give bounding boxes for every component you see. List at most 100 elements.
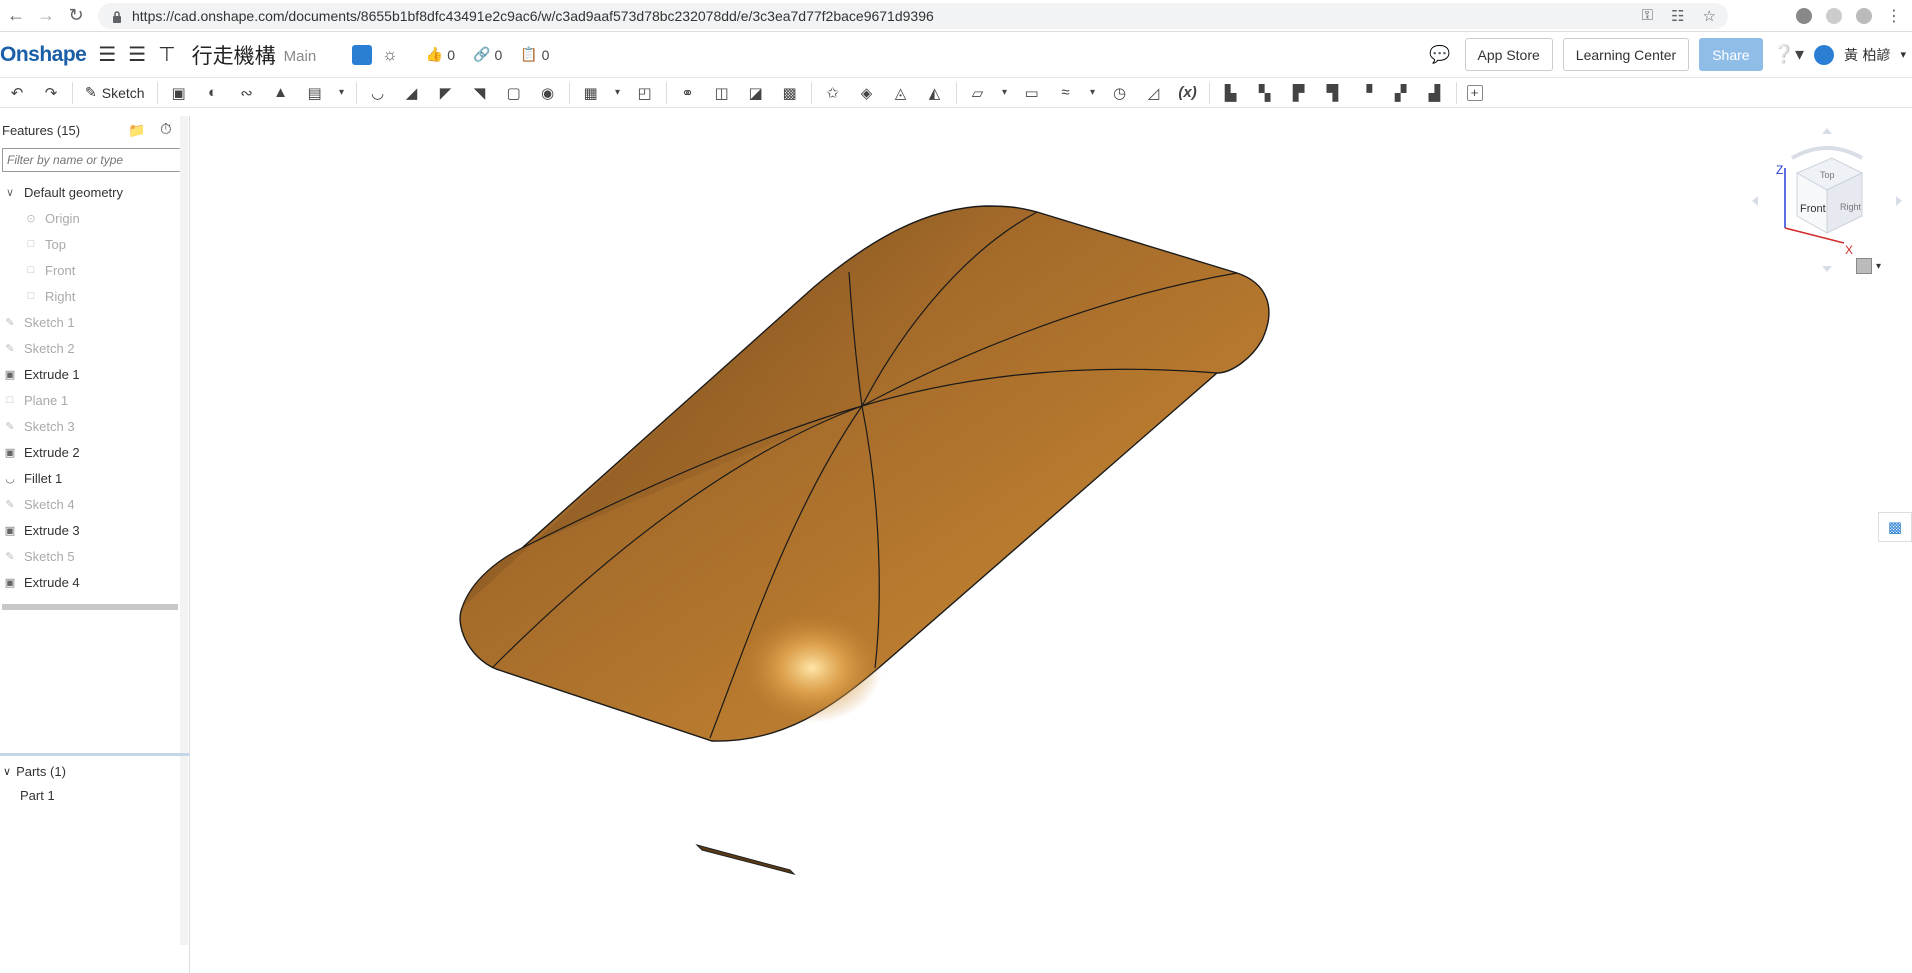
panel-divider[interactable] bbox=[0, 753, 190, 756]
comment-icon[interactable]: 💬 bbox=[1429, 45, 1450, 65]
forward-icon[interactable]: → bbox=[32, 2, 60, 30]
feature-item[interactable]: □ Front bbox=[0, 257, 182, 283]
copies-badge[interactable]: 📋 0 bbox=[520, 46, 549, 63]
unfold-icon[interactable]: ▟ bbox=[1424, 82, 1446, 104]
feature-list-icon[interactable]: ☰ bbox=[128, 42, 146, 67]
sweep-icon[interactable]: ∾ bbox=[236, 82, 258, 104]
extrude-icon[interactable]: ▣ bbox=[168, 82, 190, 104]
loft-icon[interactable]: ▲ bbox=[270, 82, 292, 104]
add-folder-icon[interactable]: 📁 bbox=[128, 122, 145, 139]
modify-fillet-icon[interactable]: ✩ bbox=[822, 82, 844, 104]
draft-icon[interactable]: ◤ bbox=[435, 82, 457, 104]
feature-group[interactable]: ∨ Default geometry bbox=[0, 179, 182, 205]
key-icon[interactable]: ⚿ bbox=[1642, 7, 1653, 25]
user-avatar-icon[interactable] bbox=[1814, 44, 1835, 65]
feature-item[interactable]: ✎ Sketch 4 bbox=[0, 491, 182, 517]
delete-face-icon[interactable]: ◈ bbox=[856, 82, 878, 104]
part-model[interactable] bbox=[192, 108, 1912, 973]
sketch-button[interactable]: ✎ Sketch bbox=[85, 84, 145, 101]
mate-connector-icon[interactable]: ▭ bbox=[1021, 82, 1043, 104]
feature-item[interactable]: □ Right bbox=[0, 283, 182, 309]
add-custom-feature-icon[interactable]: + bbox=[1466, 84, 1483, 101]
feature-item[interactable]: ◡ Fillet 1 bbox=[0, 465, 182, 491]
measure-icon[interactable]: ◷ bbox=[1109, 82, 1131, 104]
feature-item[interactable]: ▣ Extrude 1 bbox=[0, 361, 182, 387]
onshape-logo[interactable]: Onshape bbox=[0, 43, 87, 67]
boolean-icon[interactable]: ⚭ bbox=[677, 82, 699, 104]
feature-item[interactable]: ✎ Sketch 5 bbox=[0, 543, 182, 569]
part-item[interactable]: Part 1 bbox=[20, 788, 55, 803]
tab-icon[interactable]: ▛ bbox=[1288, 82, 1310, 104]
arrow-up-icon[interactable] bbox=[1822, 128, 1832, 134]
rib-icon[interactable]: ◥ bbox=[469, 82, 491, 104]
back-icon[interactable]: ← bbox=[2, 2, 30, 30]
arrow-left-icon[interactable] bbox=[1752, 196, 1758, 206]
share-button[interactable]: Share bbox=[1699, 38, 1763, 71]
shell-icon[interactable]: ▢ bbox=[503, 82, 525, 104]
feature-item[interactable]: ✎ Sketch 3 bbox=[0, 413, 182, 439]
pattern-icon[interactable]: ▦ bbox=[580, 82, 602, 104]
menu-dots-icon[interactable]: ⋮ bbox=[1886, 6, 1902, 26]
parts-header[interactable]: ∨ Parts (1) bbox=[0, 764, 66, 779]
feature-item[interactable]: ▣ Extrude 4 bbox=[0, 569, 182, 595]
chamfer-icon[interactable]: ◢ bbox=[401, 82, 423, 104]
variable-icon[interactable]: (x) bbox=[1177, 82, 1199, 104]
feature-item[interactable]: ⊙ Origin bbox=[0, 205, 182, 231]
bookmark-star-icon[interactable]: ☆ bbox=[1703, 7, 1716, 25]
chevron-down-icon[interactable]: ∨ bbox=[3, 185, 17, 199]
hamburger-menu-icon[interactable]: ☰ bbox=[98, 42, 116, 67]
public-globe-icon[interactable]: ☼ bbox=[382, 45, 398, 65]
section-view-icon[interactable]: ◿ bbox=[1143, 82, 1165, 104]
mirror-icon[interactable]: ◰ bbox=[634, 82, 656, 104]
arrow-down-icon[interactable] bbox=[1822, 266, 1832, 272]
right-panel-toggle[interactable]: ▩ bbox=[1878, 512, 1912, 542]
insert-icon[interactable]: ⊤ bbox=[158, 42, 175, 67]
translate-icon[interactable]: ☷ bbox=[1671, 7, 1684, 25]
hole-icon[interactable]: ◉ bbox=[537, 82, 559, 104]
form-icon[interactable]: ▝ bbox=[1356, 82, 1378, 104]
orbit-arrow-icon[interactable] bbox=[1791, 146, 1863, 160]
feature-item[interactable]: □ Top bbox=[0, 231, 182, 257]
move-face-icon[interactable]: ◬ bbox=[890, 82, 912, 104]
address-bar[interactable]: https://cad.onshape.com/documents/8655b1… bbox=[98, 3, 1728, 29]
helix-icon[interactable]: ≈ bbox=[1055, 82, 1077, 104]
horizontal-scrollbar[interactable] bbox=[2, 604, 178, 610]
extension-icon[interactable] bbox=[1826, 8, 1842, 24]
feature-item[interactable]: ▣ Extrude 2 bbox=[0, 439, 182, 465]
profile-icon[interactable] bbox=[1856, 8, 1872, 24]
redo-icon[interactable]: ↷ bbox=[40, 82, 62, 104]
replace-face-icon[interactable]: ◭ bbox=[924, 82, 946, 104]
fillet-icon[interactable]: ◡ bbox=[367, 82, 389, 104]
split-icon[interactable]: ◫ bbox=[711, 82, 733, 104]
feature-item[interactable]: ✎ Sketch 1 bbox=[0, 309, 182, 335]
feature-item[interactable]: ▣ Extrude 3 bbox=[0, 517, 182, 543]
thicken-icon[interactable]: ▤ bbox=[304, 82, 326, 104]
rollback-timer-icon[interactable]: ⏱ bbox=[160, 121, 172, 138]
app-store-button[interactable]: App Store bbox=[1464, 38, 1553, 71]
feature-item[interactable]: ✎ Sketch 2 bbox=[0, 335, 182, 361]
revolve-icon[interactable]: ◐ bbox=[202, 82, 224, 104]
plane-icon[interactable]: ▱ bbox=[967, 82, 989, 104]
likes-badge[interactable]: 👍 0 bbox=[426, 46, 455, 63]
graphics-viewport[interactable] bbox=[192, 108, 1912, 973]
user-name[interactable]: 黃 柏諺 bbox=[1844, 45, 1890, 65]
flange-icon[interactable]: ▚ bbox=[1254, 82, 1276, 104]
versions-icon[interactable] bbox=[352, 44, 373, 65]
links-badge[interactable]: 🔗 0 bbox=[473, 46, 502, 63]
transform-icon[interactable]: ◪ bbox=[745, 82, 767, 104]
view-options-button[interactable]: ▾ bbox=[1856, 258, 1881, 274]
feature-item[interactable]: □ Plane 1 bbox=[0, 387, 182, 413]
bottom-tab[interactable] bbox=[695, 844, 796, 875]
corner-icon[interactable]: ▞ bbox=[1390, 82, 1412, 104]
document-title[interactable]: 行走機構 bbox=[192, 40, 276, 70]
learning-center-button[interactable]: Learning Center bbox=[1562, 38, 1690, 71]
feature-filter-input[interactable] bbox=[2, 148, 182, 172]
dropdown-icon[interactable]: ▾ bbox=[614, 82, 622, 104]
arrow-right-icon[interactable] bbox=[1896, 196, 1902, 206]
extension-icon[interactable] bbox=[1796, 8, 1812, 24]
undo-icon[interactable]: ↶ bbox=[6, 82, 28, 104]
delete-part-icon[interactable]: ▩ bbox=[779, 82, 801, 104]
sheet-metal-icon[interactable]: ▙ bbox=[1220, 82, 1242, 104]
help-icon[interactable]: ❔▾ bbox=[1773, 44, 1804, 65]
reload-icon[interactable]: ↻ bbox=[62, 2, 90, 30]
